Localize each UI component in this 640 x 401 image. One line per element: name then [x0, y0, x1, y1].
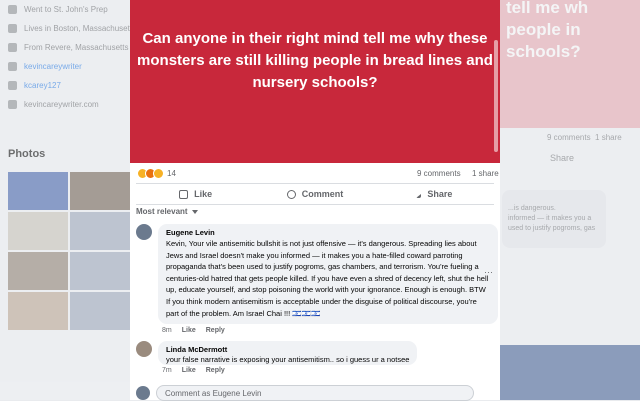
photo-thumbnail[interactable] [70, 252, 130, 290]
comment-input[interactable]: Comment as Eugene Levin [156, 385, 474, 401]
background-share-button: Share [550, 153, 575, 163]
comment-bubble: Eugene Levin Kevin, Your vile antisemiti… [158, 224, 498, 324]
intro-item-from: From Revere, Massachusetts [0, 38, 130, 57]
comments-count[interactable]: 9 comments [417, 169, 461, 178]
comment-button[interactable]: Comment [255, 184, 374, 204]
intro-item-school: Went to St. John's Prep [0, 0, 130, 19]
background-post-stats: 9 comments 1 share [547, 133, 622, 142]
share-arrow-icon [416, 190, 422, 198]
comment-author[interactable]: Linda McDermott [166, 345, 409, 355]
reaction-icons[interactable] [137, 167, 164, 179]
comment-text: your false narrative is exposing your an… [166, 355, 410, 364]
comment-meta: 7m Like Reply [162, 367, 225, 374]
share-button[interactable]: Share [375, 184, 494, 204]
like-button[interactable]: Like [136, 184, 255, 204]
twitter-icon [8, 81, 17, 90]
sad-reaction-icon [153, 167, 164, 179]
globe-icon [8, 100, 17, 109]
avatar[interactable] [136, 224, 152, 240]
avatar [136, 386, 150, 400]
post-action-bar: Like Comment Share [136, 183, 494, 205]
comment-reply-button[interactable]: Reply [206, 367, 225, 374]
background-post-image: tell me wh people in schools? [500, 0, 640, 128]
reaction-summary: 14 9 comments 1 share [130, 164, 500, 182]
photo-thumbnail[interactable] [8, 252, 68, 290]
comment: Linda McDermott your false narrative is … [136, 341, 418, 365]
comment-meta: 8m Like Reply [162, 327, 225, 334]
home-icon [8, 24, 17, 33]
school-icon [8, 5, 17, 14]
location-pin-icon [8, 43, 17, 52]
photo-thumbnail[interactable] [70, 212, 130, 250]
comment-sort-dropdown[interactable]: Most relevant [136, 207, 198, 216]
intro-item-website[interactable]: kevincareywriter.com [0, 95, 130, 114]
comment-more-options-icon[interactable]: ··· [484, 267, 493, 277]
photos-grid [8, 172, 130, 330]
photo-thumbnail[interactable] [8, 212, 68, 250]
comment-text: Kevin, Your vile antisemitic bullshit is… [166, 239, 489, 318]
comment-timestamp[interactable]: 7m [162, 367, 172, 374]
background-photo [500, 345, 640, 400]
comment-like-button[interactable]: Like [182, 367, 196, 374]
photo-thumbnail[interactable] [8, 292, 68, 330]
background-profile-sidebar: Went to St. John's Prep Lives in Boston,… [0, 0, 136, 400]
intro-item-instagram[interactable]: kevincareywriter [0, 57, 130, 76]
chevron-down-icon [191, 209, 198, 214]
comment-author[interactable]: Eugene Levin [166, 228, 490, 238]
intro-item-twitter[interactable]: kcarey127 [0, 76, 130, 95]
shares-count[interactable]: 1 share [472, 169, 499, 178]
photo-thumbnail[interactable] [70, 292, 130, 330]
intro-item-lives: Lives in Boston, Massachusetts [0, 19, 136, 38]
photos-heading[interactable]: Photos [8, 148, 45, 160]
avatar[interactable] [136, 341, 152, 357]
background-feed: tell me wh people in schools? 9 comments… [500, 0, 640, 400]
comment-like-button[interactable]: Like [182, 327, 196, 334]
photo-thumbnail[interactable] [8, 172, 68, 210]
background-post-text: tell me wh people in schools? [506, 0, 589, 61]
comment-composer: Comment as Eugene Levin [136, 385, 474, 401]
reaction-count[interactable]: 14 [167, 169, 176, 178]
intro-list: Went to St. John's Prep Lives in Boston,… [0, 0, 136, 114]
comment-bubble-icon [286, 189, 296, 199]
comment-reply-button[interactable]: Reply [206, 327, 225, 334]
scrollbar[interactable] [494, 40, 498, 152]
comment: Eugene Levin Kevin, Your vile antisemiti… [136, 224, 498, 324]
post-image[interactable]: Can anyone in their right mind tell me w… [130, 0, 500, 163]
instagram-icon [8, 62, 17, 71]
photo-thumbnail[interactable] [70, 172, 130, 210]
background-comment-fragment: ...is dangerous. informed — it makes you… [502, 190, 606, 248]
post-viewer: Can anyone in their right mind tell me w… [130, 0, 500, 401]
thumbs-up-icon [179, 189, 189, 199]
comment-bubble: Linda McDermott your false narrative is … [158, 341, 418, 365]
comment-timestamp[interactable]: 8m [162, 327, 172, 334]
post-image-text: Can anyone in their right mind tell me w… [137, 30, 493, 91]
